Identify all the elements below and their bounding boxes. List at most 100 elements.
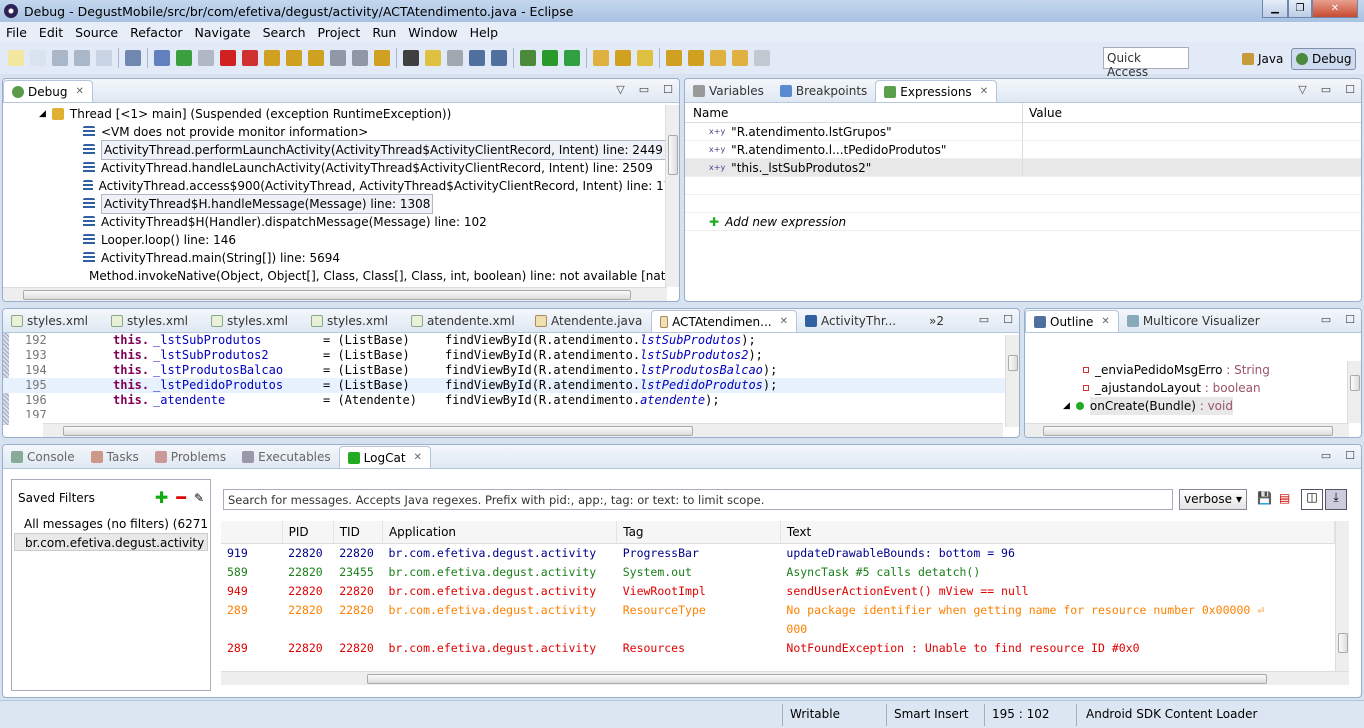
horizontal-scrollbar[interactable] — [1025, 423, 1349, 437]
expression-row[interactable]: x+y "R.atendimento.lstGrupos" — [685, 123, 1361, 141]
toolbar-action-icon[interactable] — [564, 50, 580, 66]
minimize-icon[interactable]: ▭ — [1321, 449, 1331, 462]
expand-arrow-icon[interactable]: ◢ — [1063, 397, 1070, 415]
scroll-lock-button[interactable]: ⤓ — [1325, 489, 1347, 510]
tab-tasks[interactable]: Tasks — [83, 446, 147, 468]
code-line[interactable]: 194 this. _lstProdutosBalcao = (ListBase) fi… — [3, 363, 1019, 378]
tab-variables[interactable]: Variables — [685, 80, 772, 102]
stack-item[interactable]: ActivityThread.main(String[]) line: 5694 — [53, 249, 679, 267]
toolbar-action-icon[interactable] — [425, 50, 441, 66]
perspective-debug-button[interactable]: Debug — [1291, 48, 1357, 70]
stack-item[interactable]: ◢ Thread [<1> main] (Suspended (exception… — [39, 105, 679, 123]
column-header[interactable]: TID — [333, 521, 383, 543]
code-line[interactable]: 193 this. _lstSubProdutos2 = (ListBase) find… — [3, 348, 1019, 363]
toolbar-action-icon[interactable] — [242, 50, 258, 66]
menu-project[interactable]: Project — [312, 25, 367, 40]
add-filter-icon[interactable]: ✚ — [155, 488, 168, 507]
toolbar-action-icon[interactable] — [732, 50, 748, 66]
menu-edit[interactable]: Edit — [33, 25, 69, 40]
log-row[interactable]: 000 — [221, 619, 1335, 638]
stack-item[interactable]: Method.invokeNative(Object, Object[], Cl… — [53, 267, 679, 285]
menu-file[interactable]: File — [0, 25, 33, 40]
tab-debug[interactable]: Debug ✕ — [3, 80, 93, 102]
toolbar-action-icon[interactable] — [688, 50, 704, 66]
maximize-icon[interactable]: ☐ — [1003, 313, 1013, 326]
stack-item[interactable]: ActivityThread$H(Handler).dispatchMessag… — [53, 213, 679, 231]
toolbar-action-icon[interactable] — [403, 50, 419, 66]
view-menu-icon[interactable]: ▽ — [616, 83, 624, 96]
log-level-select[interactable]: verbose ▾ — [1179, 489, 1247, 510]
tab-executables[interactable]: Executables — [234, 446, 339, 468]
toolbar-action-icon[interactable] — [198, 50, 214, 66]
add-expression[interactable]: ✚ Add new expression — [685, 213, 1361, 231]
toolbar-action-icon[interactable] — [308, 50, 324, 66]
stack-item[interactable]: ActivityThread.access$900(ActivityThread… — [53, 177, 679, 195]
column-header[interactable] — [221, 521, 283, 543]
toolbar-action-icon[interactable] — [352, 50, 368, 66]
maximize-button[interactable]: ❐ — [1288, 0, 1312, 18]
editor-tab[interactable]: atendente.xml — [403, 310, 527, 332]
toggle-filters-button[interactable]: ◫ — [1301, 489, 1323, 510]
close-icon[interactable]: ✕ — [980, 86, 988, 97]
close-icon[interactable]: ✕ — [1101, 316, 1109, 327]
toolbar-action-icon[interactable] — [74, 50, 90, 66]
vertical-scrollbar[interactable] — [1005, 335, 1019, 427]
tab-problems[interactable]: Problems — [147, 446, 234, 468]
minimize-button[interactable]: ▁ — [1262, 0, 1288, 18]
tab-breakpoints[interactable]: Breakpoints — [772, 80, 875, 102]
horizontal-scrollbar[interactable] — [43, 423, 1003, 437]
vertical-scrollbar[interactable] — [1335, 521, 1349, 671]
toolbar-action-icon[interactable] — [593, 50, 609, 66]
toolbar-action-icon[interactable] — [469, 50, 485, 66]
menu-navigate[interactable]: Navigate — [189, 25, 257, 40]
toolbar-action-icon[interactable] — [96, 50, 112, 66]
code-line[interactable]: 192 this. _lstSubProdutos = (ListBase) findV… — [3, 333, 1019, 348]
close-button[interactable]: ✕ — [1312, 0, 1358, 18]
editor-tab[interactable]: ActivityThr... — [797, 310, 921, 332]
stack-item[interactable]: ActivityThread.handleLaunchActivity(Acti… — [53, 159, 679, 177]
save-icon[interactable]: 💾 — [1257, 491, 1272, 505]
menu-source[interactable]: Source — [69, 25, 124, 40]
column-header-name[interactable]: Name — [685, 103, 1023, 122]
expression-row[interactable]: x+y "this._lstSubProdutos2" — [685, 159, 1361, 177]
minimize-icon[interactable]: ▭ — [979, 313, 989, 326]
editor-tab[interactable]: styles.xml — [203, 310, 303, 332]
vertical-scrollbar[interactable] — [665, 105, 679, 287]
toolbar-action-icon[interactable] — [491, 50, 507, 66]
toolbar-action-icon[interactable] — [30, 50, 46, 66]
column-header[interactable]: Text — [780, 521, 1335, 543]
stack-item[interactable]: ActivityThread$H.handleMessage(Message) … — [53, 194, 679, 214]
horizontal-scrollbar[interactable] — [221, 671, 1349, 685]
expand-arrow-icon[interactable]: ◢ — [39, 105, 46, 123]
column-header[interactable]: PID — [282, 521, 334, 543]
expression-row[interactable]: x+y "R.atendimento.l...tPedidoProdutos" — [685, 141, 1361, 159]
column-header[interactable]: Application — [382, 521, 618, 543]
stack-item[interactable]: Looper.loop() line: 146 — [53, 231, 679, 249]
toolbar-action-icon[interactable] — [264, 50, 280, 66]
editor-tab[interactable]: ACTAtendimen... ✕ — [651, 310, 797, 332]
menu-run[interactable]: Run — [366, 25, 402, 40]
toolbar-action-icon[interactable] — [8, 50, 24, 66]
menu-help[interactable]: Help — [464, 25, 505, 40]
outline-item[interactable]: ◢ onCreate(Bundle) : void — [1063, 397, 1361, 415]
outline-item[interactable]: _enviaPedidoMsgErro : String — [1083, 361, 1361, 379]
remove-filter-icon[interactable]: ━ — [176, 488, 186, 507]
editor-tab[interactable]: styles.xml — [103, 310, 203, 332]
code-line[interactable]: 196 this. _atendente = (Atendente) findViewB… — [3, 393, 1019, 408]
horizontal-scrollbar[interactable] — [3, 287, 667, 301]
toolbar-action-icon[interactable] — [666, 50, 682, 66]
maximize-icon[interactable]: ☐ — [1345, 313, 1355, 326]
minimize-icon[interactable]: ▭ — [1321, 313, 1331, 326]
tab-multicore-visualizer[interactable]: Multicore Visualizer — [1119, 310, 1268, 332]
log-row[interactable]: 289 22820 22820 br.com.efetiva.degust.activ… — [221, 638, 1335, 657]
toolbar-action-icon[interactable] — [447, 50, 463, 66]
log-row[interactable]: 919 22820 22820 br.com.efetiva.degust.activ… — [221, 543, 1335, 562]
maximize-icon[interactable]: ☐ — [663, 83, 673, 96]
view-menu-icon[interactable]: ▽ — [1298, 83, 1306, 96]
toolbar-action-icon[interactable] — [754, 50, 770, 66]
toolbar-action-icon[interactable] — [520, 50, 536, 66]
outline-item[interactable]: _ajustandoLayout : boolean — [1083, 379, 1361, 397]
code-line[interactable]: 195 this. _lstPedidoProdutos = (ListBase) fi… — [3, 378, 1019, 393]
toolbar-action-icon[interactable] — [154, 50, 170, 66]
toolbar-action-icon[interactable] — [330, 50, 346, 66]
